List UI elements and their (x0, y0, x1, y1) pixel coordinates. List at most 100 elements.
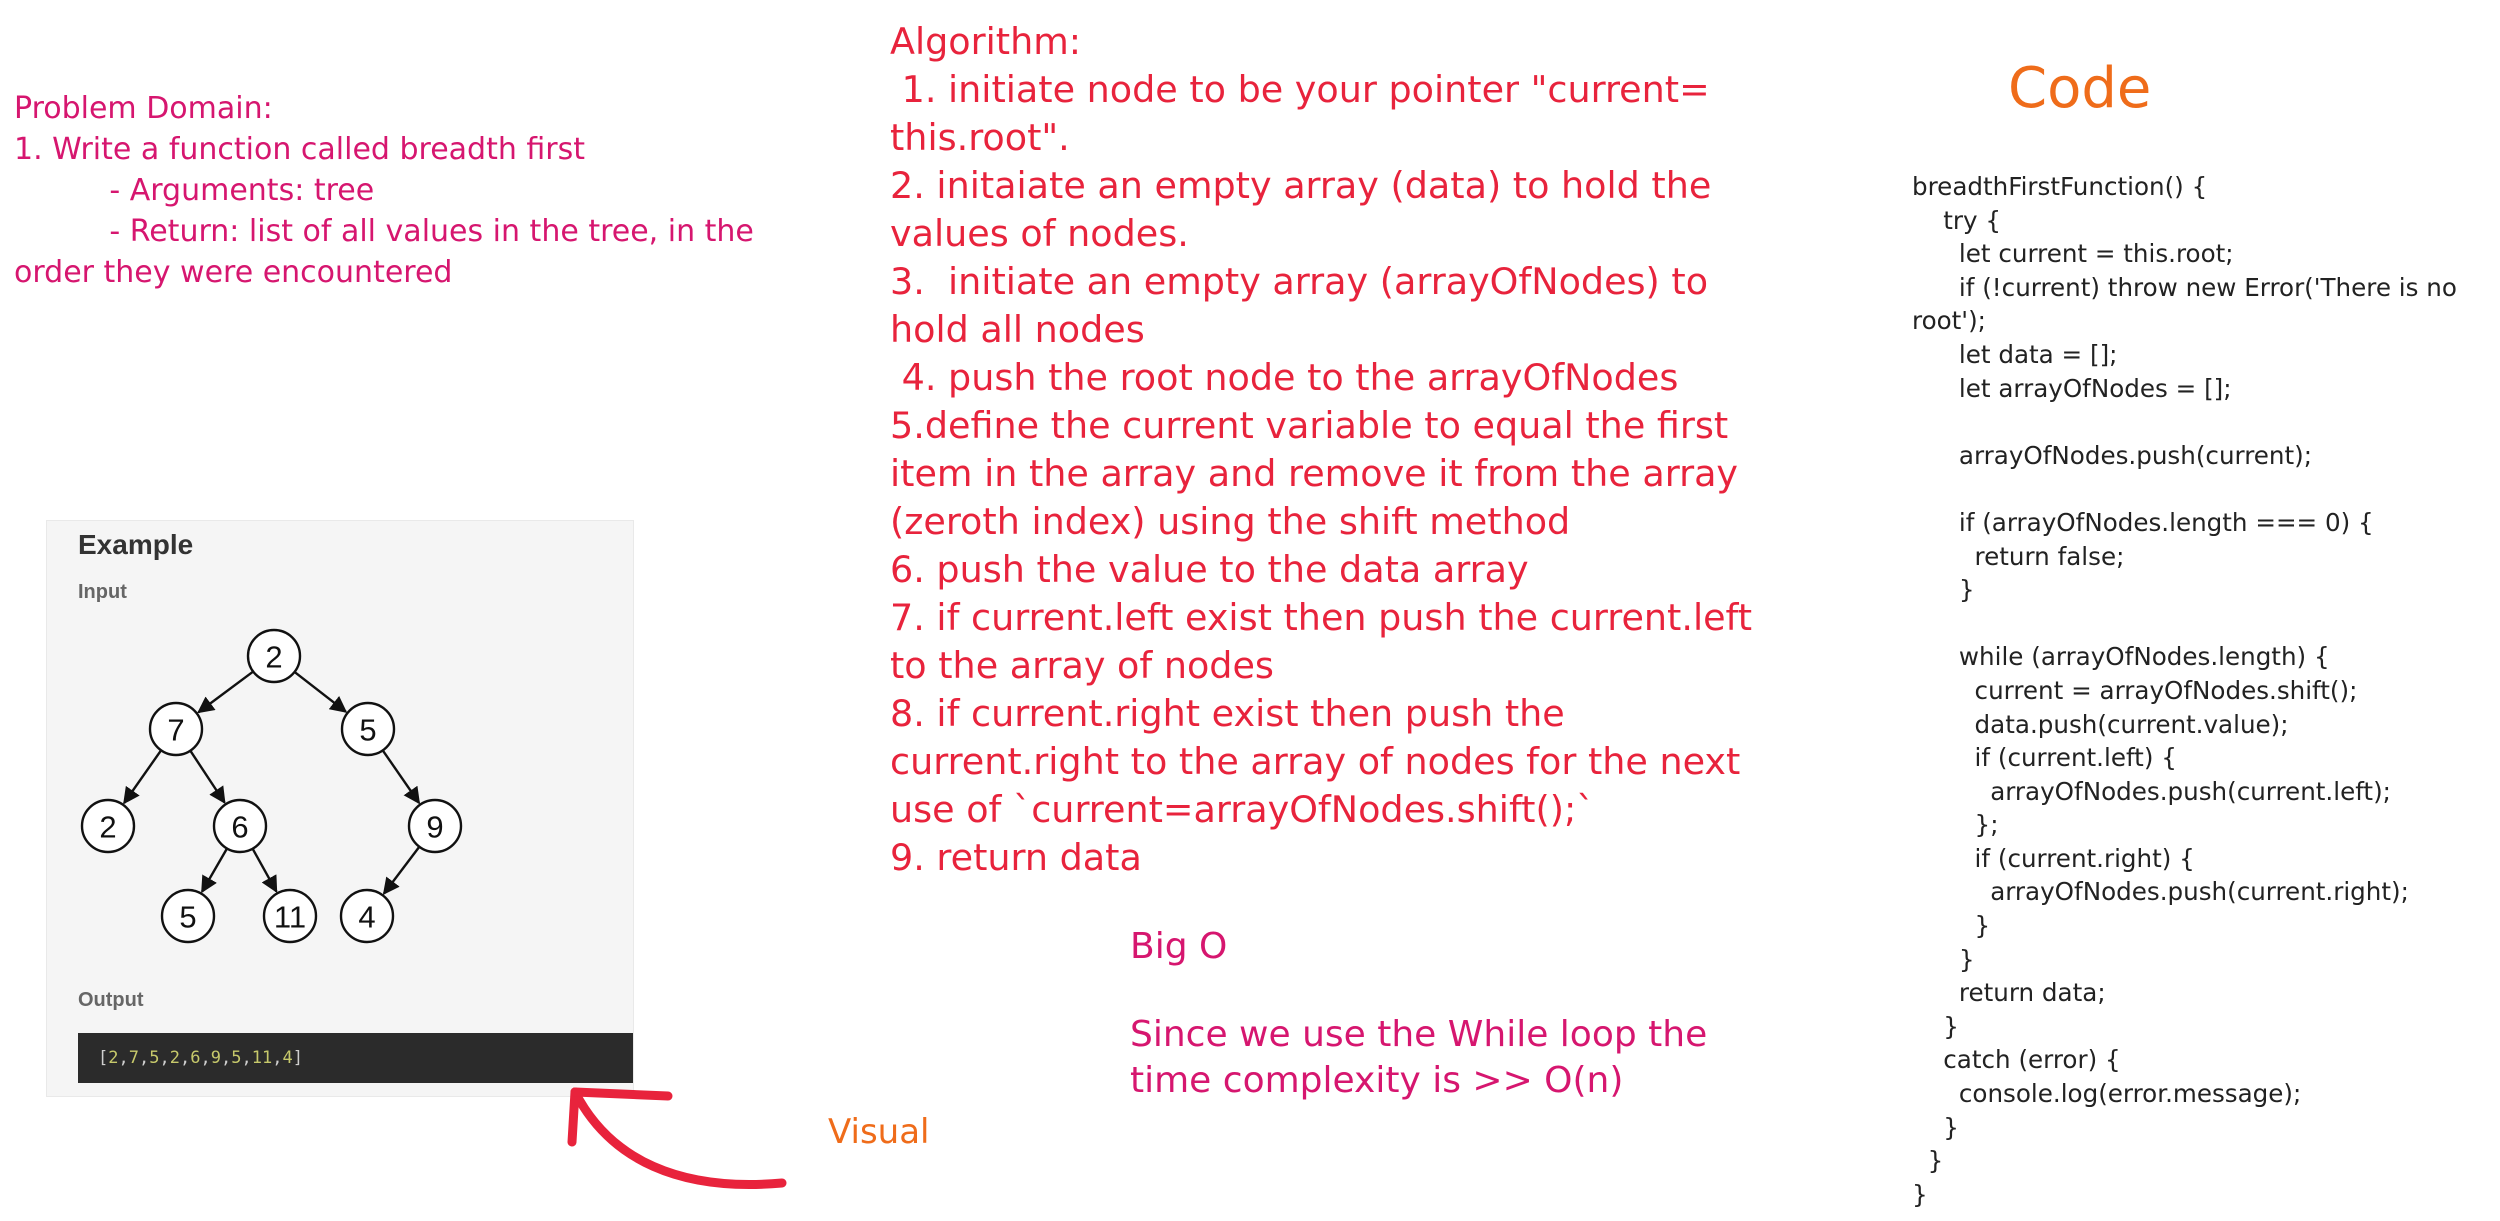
code-block: breadthFirstFunction() { try { let curre… (1912, 170, 2497, 1211)
tree-edge (251, 848, 278, 893)
algorithm-step: 4. push the root node to the arrayOfNode… (890, 356, 1679, 399)
tree-edge (293, 670, 348, 713)
output-box: [2,7,5,2,6,9,5,11,4] (78, 1033, 633, 1083)
algorithm-step: 3. initiate an empty array (arrayOfNodes… (890, 260, 1720, 351)
code-line: data.push(current.value); (1912, 709, 2289, 739)
tree-node: 5 (160, 888, 216, 944)
tree-node-label: 5 (359, 713, 376, 748)
big-o-title: Big O (1130, 926, 1228, 967)
output-comma: , (159, 1048, 170, 1068)
output-comma: , (272, 1048, 283, 1068)
output-comma: , (118, 1048, 129, 1068)
algorithm-step: 1. initiate node to be your pointer "cur… (890, 68, 1722, 159)
code-line: } (1912, 1011, 1959, 1041)
problem-domain-line: - Return: list of all values in the tree… (14, 214, 754, 249)
code-line: if (!current) throw new Error('There is … (1912, 272, 2465, 336)
tree-node: 11 (262, 888, 318, 944)
output-value: 11 (251, 1048, 273, 1068)
tree-node: 5 (340, 701, 396, 757)
arrow-curve (570, 1087, 787, 1189)
arrow-head-left (567, 1087, 580, 1147)
tree-edge (382, 846, 421, 896)
output-value: 5 (231, 1048, 242, 1068)
code-line: if (arrayOfNodes.length === 0) { (1912, 507, 2374, 537)
problem-domain-line: - Arguments: tree (14, 173, 375, 208)
output-value: 2 (108, 1048, 119, 1068)
output-value: 7 (128, 1048, 139, 1068)
algorithm-step: 5.define the current variable to equal t… (890, 404, 1750, 543)
tree-node-label: 9 (426, 810, 443, 845)
tree-node-label: 5 (179, 900, 196, 935)
tree-edge (381, 749, 421, 805)
code-line: breadthFirstFunction() { (1912, 172, 2208, 201)
tree-edge (197, 670, 254, 714)
tree-edge (123, 749, 163, 805)
example-panel: Example Input 2 7 5 2 6 9 5 11 4 Output [2,7,5,2… (46, 520, 634, 1097)
code-line: console.log(error.message); (1912, 1079, 2302, 1109)
algorithm-step: 2. initaiate an empty array (data) to ho… (890, 164, 1723, 255)
algorithm-step: 9. return data (890, 836, 1142, 879)
algorithm-step: 8. if current.right exist then push the … (890, 692, 1752, 831)
tree-node: 6 (212, 798, 268, 854)
output-value: 5 (149, 1048, 160, 1068)
code-line: } (1912, 575, 1975, 605)
code-line: return data; (1912, 978, 2106, 1008)
tree-node-label: 4 (358, 900, 375, 935)
output-value: 9 (210, 1048, 221, 1068)
algorithm-section: Algorithm: 1. initiate node to be your p… (890, 18, 1770, 882)
output-bracket: [ (98, 1048, 109, 1068)
tree-node-label: 7 (167, 713, 184, 748)
output-comma: , (221, 1048, 232, 1068)
output-label: Output (78, 989, 144, 1011)
tree-edge (189, 750, 226, 805)
algorithm-step: 7. if current.left exist then push the c… (890, 596, 1764, 687)
tree-node-label: 2 (265, 640, 282, 675)
code-line: try { (1912, 205, 2002, 235)
code-line: catch (error) { (1912, 1045, 2121, 1075)
big-o-text: Since we use the While loop the time com… (1130, 1014, 1708, 1101)
problem-domain-title: Problem Domain: (14, 91, 273, 126)
output-bracket: ] (292, 1048, 303, 1068)
output-comma: , (139, 1048, 150, 1068)
code-line: if (current.left) { (1912, 743, 2177, 773)
problem-domain-line: order they were encountered (14, 255, 453, 290)
tree-node: 4 (339, 888, 395, 944)
tree-node: 9 (407, 798, 463, 854)
algorithm-step: 6. push the value to the data array (890, 548, 1529, 591)
code-line: if (current.right) { (1912, 843, 2195, 873)
code-line: } (1912, 1146, 1944, 1176)
code-line: return false; (1912, 541, 2125, 571)
code-line: }; (1912, 810, 1999, 840)
code-line: let current = this.root; (1912, 239, 2234, 269)
code-line: arrayOfNodes.push(current.left); (1912, 776, 2391, 806)
problem-domain: Problem Domain: 1. Write a function calle… (14, 88, 844, 293)
tree-node: 2 (80, 798, 136, 854)
visual-label: Visual (828, 1112, 930, 1152)
problem-domain-line: 1. Write a function called breadth first (14, 132, 586, 167)
code-line: } (1912, 911, 1991, 941)
code-line: } (1912, 1179, 1928, 1209)
tree-node-label: 2 (99, 810, 116, 845)
output-comma: , (241, 1048, 252, 1068)
code-line: while (arrayOfNodes.length) { (1912, 642, 2330, 672)
output-comma: , (180, 1048, 191, 1068)
output-value: 6 (190, 1048, 201, 1068)
big-o-section: Big O Since we use the While loop the ti… (1130, 924, 1770, 1104)
code-line: } (1912, 1112, 1959, 1142)
output-value: 2 (169, 1048, 180, 1068)
code-title: Code (2008, 56, 2152, 121)
tree-node: 7 (148, 701, 204, 757)
code-line: let arrayOfNodes = []; (1912, 373, 2232, 403)
binary-tree-diagram: 2 7 5 2 6 9 5 11 4 (80, 628, 463, 944)
output-comma: , (200, 1048, 211, 1068)
code-line: let data = []; (1912, 339, 2118, 369)
code-line: current = arrayOfNodes.shift(); (1912, 675, 2358, 705)
tree-node: 2 (246, 628, 302, 684)
code-line: arrayOfNodes.push(current.right); (1912, 877, 2409, 907)
algorithm-title: Algorithm: (890, 20, 1082, 63)
tree-node-label: 6 (231, 810, 248, 845)
code-line: arrayOfNodes.push(current); (1912, 440, 2313, 470)
